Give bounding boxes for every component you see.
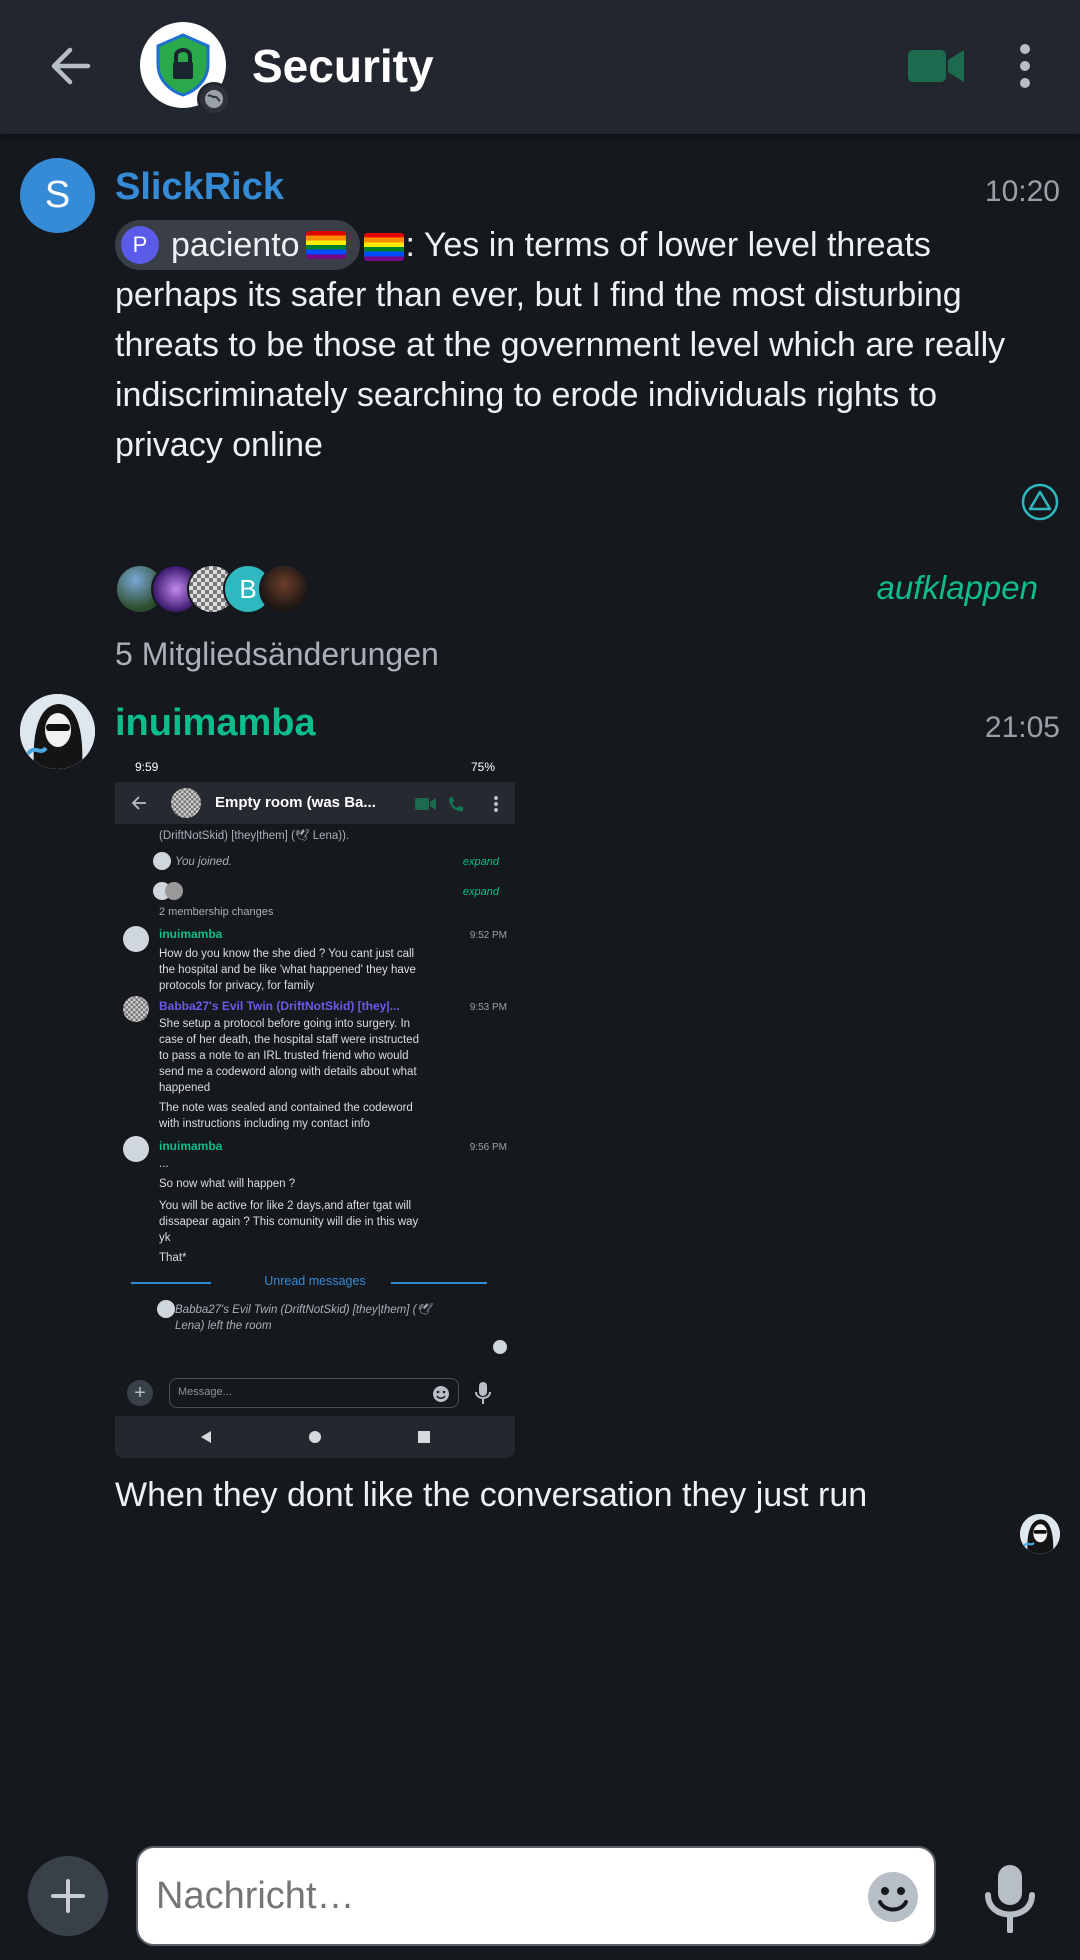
screenshot-expand: expand (462, 886, 499, 898)
call-icons (415, 797, 463, 812)
screenshot-text: ... (159, 1158, 169, 1170)
screenshot-input: Message... (169, 1378, 459, 1408)
emoji-button[interactable] (866, 1870, 920, 1924)
room-header: Security (0, 0, 1080, 134)
video-camera-icon (908, 50, 964, 82)
more-vertical-icon (1020, 44, 1030, 88)
more-vertical-icon (494, 796, 498, 812)
avatar (171, 788, 201, 818)
avatar (123, 996, 149, 1022)
avatar (165, 882, 183, 900)
mention-name: paciento (171, 226, 300, 264)
screenshot-text: How do you know the she died ? You cant … (159, 948, 415, 960)
screenshot-status-bar: 9:59 75% (115, 752, 515, 782)
nav-back-icon (201, 1431, 211, 1443)
arrow-left-icon (51, 47, 91, 85)
screenshot-expand: expand (462, 856, 499, 868)
rainbow-flag-icon (363, 233, 404, 262)
screenshot-text: You will be active for like 2 days,and a… (159, 1200, 412, 1212)
screenshot-text: to pass a note to an IRL trusted friend … (159, 1050, 409, 1062)
more-options-button[interactable] (1000, 38, 1050, 94)
user-mention-pill[interactable]: P paciento (115, 220, 360, 270)
plus-icon (51, 1879, 85, 1913)
message-timestamp: 10:20 (984, 175, 1060, 208)
avatar (259, 564, 309, 614)
microphone-icon (985, 1865, 1035, 1933)
avatar-sunglasses-icon (1020, 1514, 1060, 1554)
message-body[interactable]: P paciento : Yes in terms of lower level… (115, 220, 1015, 470)
screenshot-text: That* (159, 1252, 187, 1264)
screenshot-left-room: Lena) left the room (175, 1320, 272, 1332)
screenshot-sender: inuimamba (159, 1139, 223, 1153)
timeline[interactable]: S SlickRick 10:20 P paciento : Yes in te… (0, 134, 1080, 1826)
avatar (123, 926, 149, 952)
screenshot-text: send me a codeword along with details ab… (159, 1066, 417, 1078)
mention-avatar: P (121, 226, 159, 264)
screenshot-text: happened (159, 1082, 211, 1094)
status-battery: 75% (470, 760, 495, 774)
nav-home-icon (309, 1431, 321, 1443)
screenshot-text: protocols for privacy, for family (159, 980, 315, 992)
rainbow-flag-icon (305, 231, 346, 259)
status-time: 9:59 (135, 760, 159, 774)
screenshot-text: She setup a protocol before going into s… (159, 1018, 411, 1030)
nav-recents-icon (418, 1431, 430, 1443)
screenshot-text: dissapear again ? This comunity will die… (159, 1216, 419, 1228)
membership-summary: 5 Mitgliedsänderungen (115, 636, 439, 672)
sender-avatar[interactable] (20, 694, 95, 769)
screenshot-text: So now what will happen ? (159, 1178, 296, 1190)
membership-avatars[interactable]: B (115, 564, 325, 616)
message-text[interactable]: When they dont like the conversation the… (115, 1470, 867, 1520)
screenshot-room-title: Empty room (was Ba... (215, 794, 376, 811)
message-timestamp: 21:05 (984, 711, 1060, 744)
plus-icon: + (127, 1380, 153, 1406)
avatar (123, 1136, 149, 1162)
message-composer (0, 1826, 1080, 1960)
back-button[interactable] (40, 40, 100, 92)
screenshot-sender: inuimamba (159, 927, 223, 941)
avatar-sunglasses-icon (20, 694, 95, 769)
avatar (493, 1340, 507, 1354)
screenshot-text: with instructions including my contact i… (159, 1118, 370, 1130)
arrow-left-icon (131, 796, 146, 810)
sender-name[interactable]: inuimamba (115, 700, 316, 746)
screenshot-composer: + Message... (115, 1372, 515, 1414)
attach-button[interactable] (28, 1856, 108, 1936)
screenshot-left-room: Babba27's Evil Twin (DriftNotSkid) [they… (175, 1304, 432, 1316)
screenshot-text: (DriftNotSkid) [they|them] (🕊 Lena)). (159, 830, 350, 842)
screenshot-membership: 2 membership changes (159, 906, 274, 918)
screenshot-text: The note was sealed and contained the co… (159, 1102, 413, 1114)
sender-avatar[interactable]: S (20, 158, 95, 233)
avatar (153, 852, 171, 870)
avatar (157, 1300, 175, 1318)
public-room-globe-icon (197, 82, 231, 116)
screenshot-you-joined: You joined. (175, 856, 232, 868)
message-input[interactable] (136, 1846, 936, 1946)
screenshot-text: yk (159, 1232, 171, 1244)
screenshot-time: 9:53 PM (469, 1002, 507, 1013)
screenshot-time: 9:56 PM (469, 1142, 507, 1153)
screenshot-header: Empty room (was Ba... (115, 782, 515, 824)
expand-membership-link[interactable]: aufklappen (877, 564, 1038, 612)
image-attachment[interactable]: 9:59 75% Empty room (was Ba... (DriftNot… (115, 752, 515, 1458)
room-title[interactable]: Security (252, 38, 434, 94)
screenshot-text: case of her death, the hospital staff we… (159, 1034, 419, 1046)
sender-name[interactable]: SlickRick (115, 164, 284, 210)
screenshot-nav-bar (115, 1416, 515, 1458)
microphone-icon (475, 1382, 491, 1404)
screenshot-time: 9:52 PM (469, 930, 507, 941)
screenshot-unread-marker: Unread messages (264, 1274, 366, 1288)
screenshot-text: the hospital and be like 'what happened'… (159, 964, 416, 976)
video-call-button[interactable] (905, 40, 967, 92)
emoji-icon (433, 1386, 449, 1402)
sent-receipt-icon (1021, 483, 1059, 521)
voice-message-button[interactable] (980, 1862, 1040, 1934)
screenshot-sender: Babba27's Evil Twin (DriftNotSkid) [they… (159, 999, 400, 1013)
read-receipt-avatar[interactable] (1020, 1514, 1060, 1554)
